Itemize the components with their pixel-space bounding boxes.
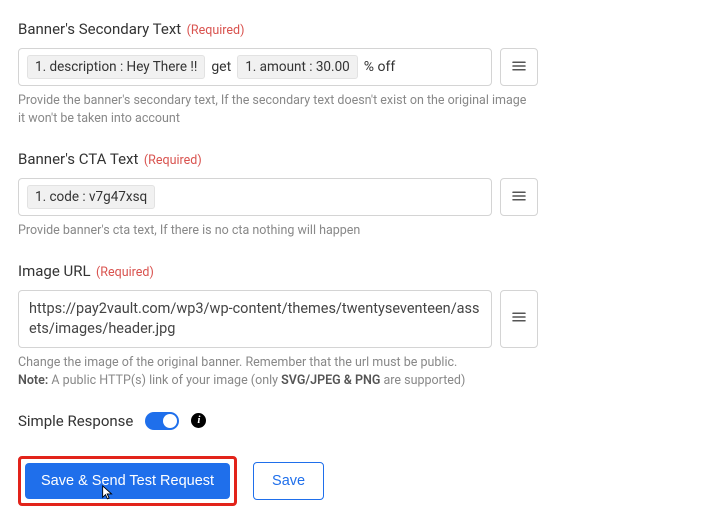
primary-highlight: Save & Send Test Request [18,456,237,506]
image-url-input[interactable]: https://pay2vault.com/wp3/wp-content/the… [18,290,492,347]
cta-menu-button[interactable] [500,178,538,216]
save-button[interactable]: Save [253,462,324,500]
note-label: Note: [18,373,48,388]
cta-label: Banner's CTA Text [18,150,138,168]
menu-icon [510,187,528,208]
field-label-row: Banner's Secondary Text (Required) [18,20,538,48]
token-amount[interactable]: 1. amount : 30.00 [237,55,358,79]
field-label-row: Banner's CTA Text (Required) [18,150,538,178]
toggle-knob [163,414,177,428]
note-post: are supported) [380,373,465,388]
secondary-menu-button[interactable] [500,48,538,86]
info-icon[interactable]: i [191,413,206,428]
simple-response-row: Simple Response i [18,412,709,430]
token-description[interactable]: 1. description : Hey There !! [27,55,205,79]
image-input-row: https://pay2vault.com/wp3/wp-content/the… [18,290,538,347]
cta-input[interactable]: 1. code : v7g47xsq [18,178,492,216]
secondary-input-row: 1. description : Hey There !! get 1. amo… [18,48,538,86]
field-cta-text: Banner's CTA Text (Required) 1. code : v… [18,150,538,240]
cta-input-row: 1. code : v7g47xsq [18,178,538,216]
button-row: Save & Send Test Request Save [18,456,709,506]
save-send-test-button[interactable]: Save & Send Test Request [25,463,230,499]
image-help: Change the image of the original banner.… [18,354,528,390]
simple-response-toggle[interactable] [145,412,179,430]
menu-icon [510,308,528,329]
cta-help: Provide banner's cta text, If there is n… [18,222,528,240]
secondary-help: Provide the banner's secondary text, If … [18,92,528,128]
menu-icon [510,57,528,78]
primary-button-label: Save & Send Test Request [41,473,214,489]
field-secondary-text: Banner's Secondary Text (Required) 1. de… [18,20,538,128]
secondary-tail-text: % off [362,59,397,75]
note-pre: A public HTTP(s) link of your image (onl… [48,373,281,388]
token-code[interactable]: 1. code : v7g47xsq [27,185,155,209]
simple-response-label: Simple Response [18,412,133,430]
secondary-input[interactable]: 1. description : Hey There !! get 1. amo… [18,48,492,86]
cursor-icon [101,485,115,505]
required-tag: (Required) [187,23,245,38]
image-label: Image URL [18,262,91,280]
required-tag: (Required) [144,153,202,168]
image-help-line1: Change the image of the original banner.… [18,355,457,370]
secondary-mid-text: get [209,59,233,75]
secondary-label: Banner's Secondary Text [18,20,181,38]
image-menu-button[interactable] [500,290,538,347]
field-label-row: Image URL (Required) [18,262,538,290]
note-formats: SVG/JPEG & PNG [281,373,380,388]
required-tag: (Required) [96,265,154,280]
field-image-url: Image URL (Required) https://pay2vault.c… [18,262,538,389]
